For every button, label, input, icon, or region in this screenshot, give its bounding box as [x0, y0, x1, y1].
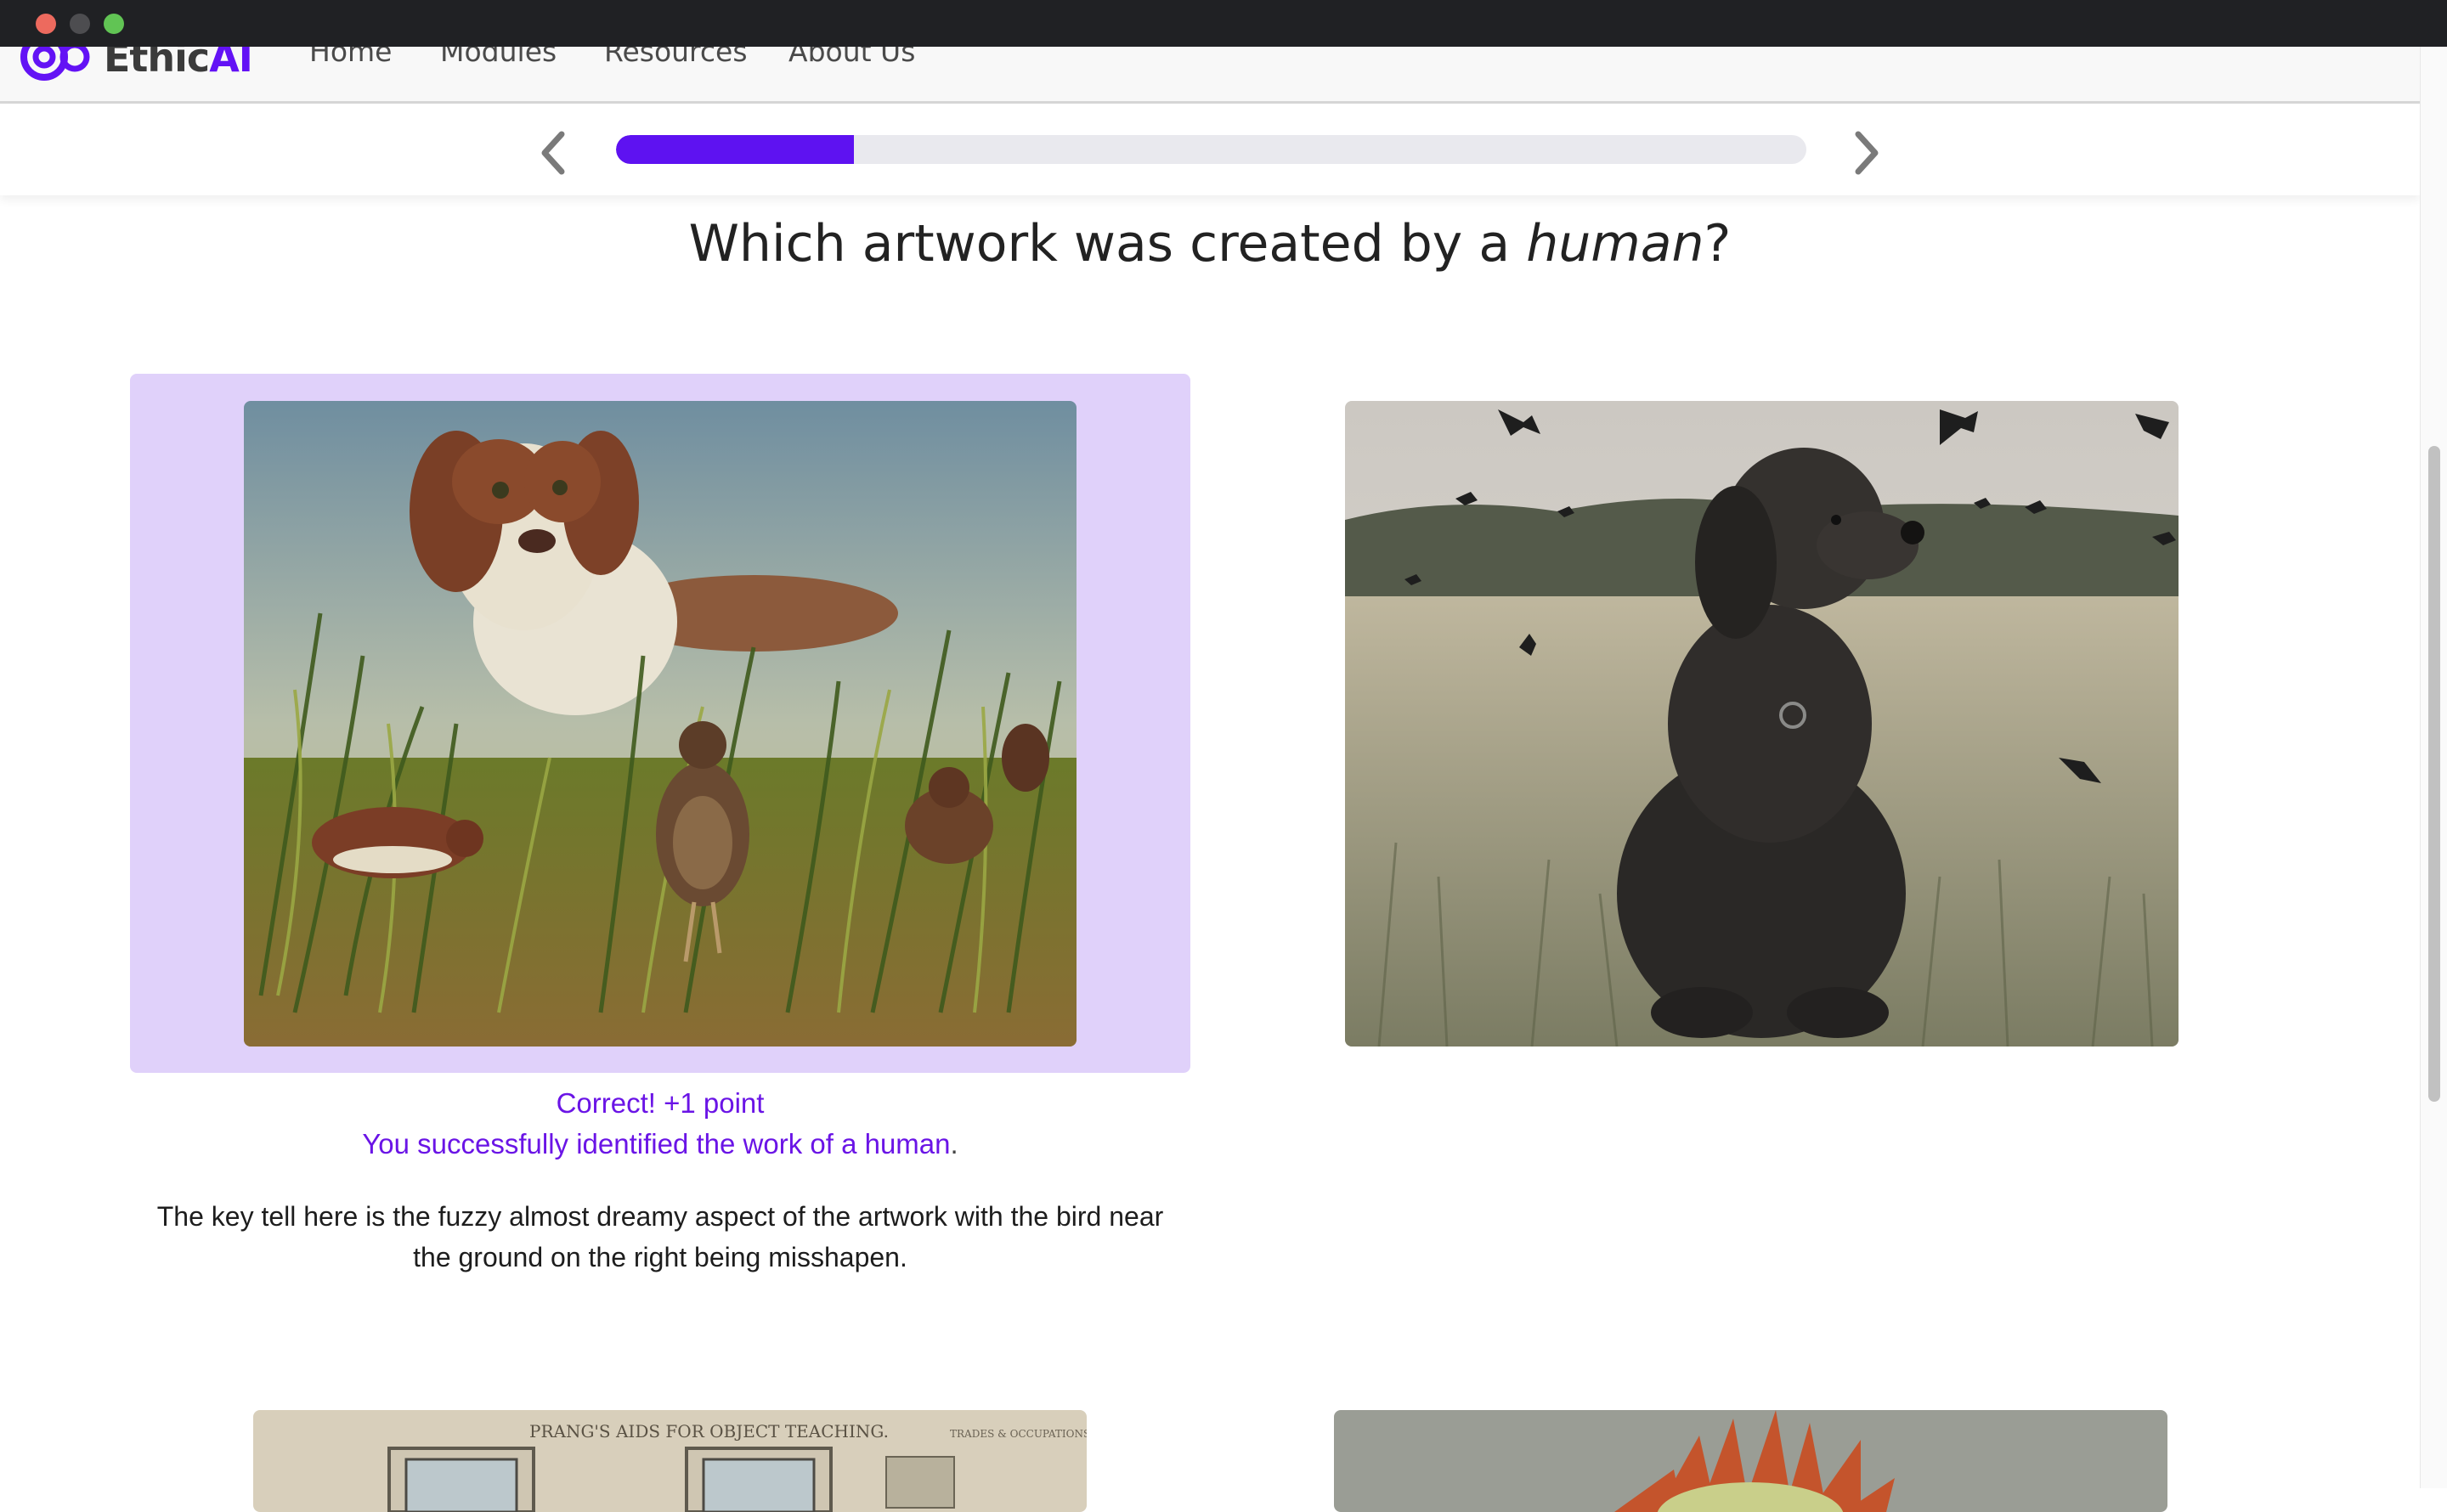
artwork-option-human[interactable] — [244, 401, 1077, 1047]
close-window-button[interactable] — [36, 14, 56, 34]
chevron-left-icon — [541, 131, 565, 175]
print-caption: PRANG'S AIDS FOR OBJECT TEACHING. — [529, 1421, 889, 1441]
dog-photo-image — [1345, 401, 2179, 1047]
question-emphasis: human — [1526, 214, 1704, 274]
progress-row — [0, 104, 2420, 195]
logo-icon — [17, 47, 99, 87]
nav-link-modules[interactable]: Modules — [440, 47, 557, 68]
minimize-window-button[interactable] — [70, 14, 90, 34]
next-button[interactable] — [1845, 127, 1888, 178]
painting-image — [244, 401, 1077, 1047]
question-heading: Which artwork was created by a human? — [688, 214, 1732, 274]
logo-text: EthicAI — [104, 47, 253, 81]
previous-button[interactable] — [532, 127, 574, 178]
artwork-option-ai[interactable] — [1345, 401, 2179, 1047]
nav-link-home[interactable]: Home — [309, 47, 392, 68]
feedback-detail: You successfully identified the work of … — [362, 1128, 958, 1159]
site-navbar: EthicAI Home Modules Resources About Us — [0, 47, 2420, 104]
feedback-correct: Correct! +1 point — [556, 1087, 765, 1119]
window-titlebar — [0, 0, 2447, 47]
artwork-option-next-left[interactable]: PRANG'S AIDS FOR OBJECT TEACHING. TRADES… — [253, 1410, 1087, 1512]
progress-bar — [616, 135, 1806, 164]
nav-link-resources[interactable]: Resources — [604, 47, 748, 68]
maximize-window-button[interactable] — [104, 14, 124, 34]
scrollbar-thumb[interactable] — [2428, 446, 2440, 1102]
explanation-text: The key tell here is the fuzzy almost dr… — [156, 1201, 1164, 1272]
progress-bar-fill — [616, 135, 855, 164]
print-subcaption: TRADES & OCCUPATIONS — [950, 1428, 1087, 1440]
artwork-option-next-right[interactable] — [1334, 1410, 2167, 1512]
logo[interactable]: EthicAI — [17, 47, 253, 87]
prang-print-image: PRANG'S AIDS FOR OBJECT TEACHING. TRADES… — [253, 1410, 1087, 1512]
flower-image — [1334, 1410, 2167, 1512]
chevron-right-icon — [1855, 131, 1879, 175]
nav-link-about-us[interactable]: About Us — [788, 47, 915, 68]
